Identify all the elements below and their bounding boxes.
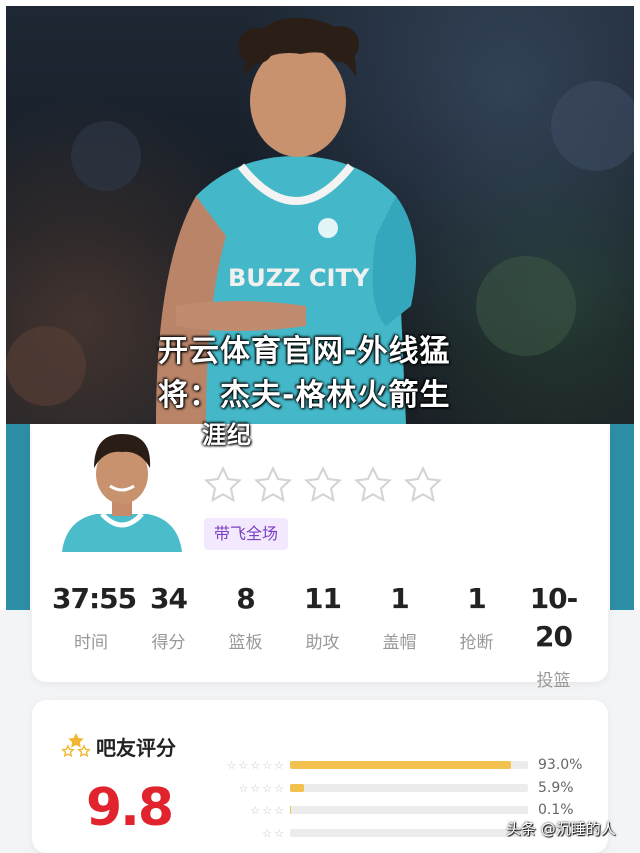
distribution-bar [290, 761, 528, 769]
stat-steals: 1 抢断 [438, 580, 515, 691]
small-star-icon: ☆ [238, 781, 249, 795]
row-star-icons: ☆ ☆ [206, 827, 284, 840]
star-outline-icon[interactable] [402, 464, 444, 506]
stat-label: 抢断 [459, 633, 494, 653]
stat-rebounds: 8 篮板 [207, 580, 284, 691]
player-rating-stars[interactable] [202, 464, 444, 506]
distribution-bar-fill [290, 761, 512, 769]
small-star-icon: ☆ [250, 758, 261, 772]
performance-badge: 带飞全场 [204, 518, 289, 550]
small-star-icon: ☆ [274, 758, 284, 772]
accent-band-left [6, 424, 30, 610]
small-star-icon: ☆ [262, 803, 273, 817]
distribution-percent: 5.9% [538, 780, 574, 796]
stat-value: 10-20 [529, 582, 579, 653]
small-star-icon: ☆ [226, 758, 237, 772]
stat-label: 助攻 [305, 633, 340, 653]
rating-distribution-row: ☆ ☆ ☆ 0.1% [206, 801, 596, 819]
stat-value: 1 [467, 582, 486, 615]
fan-rating-score: 9.8 [86, 778, 174, 838]
stat-label: 得分 [151, 633, 186, 653]
stats-row: 37:55 时间 34 得分 8 篮板 11 助攻 1 盖帽 1 抢断 10-2… [52, 580, 592, 691]
small-star-icon: ☆ [238, 758, 249, 772]
watermark: 头条 @沉睡的人 [506, 820, 616, 838]
small-star-icon: ☆ [250, 803, 261, 817]
stat-value: 37:55 [52, 582, 137, 615]
stat-value: 34 [150, 582, 188, 615]
stat-blocks: 1 盖帽 [361, 580, 438, 691]
rating-distribution-row: ☆ ☆ ☆ ☆ ☆ 93.0% [206, 756, 596, 774]
distribution-percent: 93.0% [538, 757, 583, 773]
stat-value: 1 [390, 582, 409, 615]
distribution-percent: 0.1% [538, 802, 574, 818]
stat-label: 篮板 [228, 633, 263, 653]
fan-rating-title: 吧友评分 [96, 736, 176, 760]
headline-line-2: 将：杰夫-格林火箭生 [158, 378, 451, 413]
jersey-text: BUZZ CITY [228, 264, 370, 292]
small-star-icon: ☆ [262, 781, 273, 795]
distribution-bar [290, 806, 528, 814]
stat-field-goals: 10-20 投篮 [515, 580, 592, 691]
small-star-icon: ☆ [262, 758, 273, 772]
stat-value: 8 [236, 582, 255, 615]
headline-line-3: 涯纪 [202, 421, 252, 449]
star-outline-icon[interactable] [302, 464, 344, 506]
rating-distribution-row: ☆ ☆ ☆ ☆ 5.9% [206, 779, 596, 797]
stars-cluster-icon [61, 733, 91, 758]
stat-label: 盖帽 [382, 633, 417, 653]
small-star-icon: ☆ [262, 826, 273, 840]
star-outline-icon[interactable] [202, 464, 244, 506]
distribution-bar-fill [290, 784, 305, 792]
row-star-icons: ☆ ☆ ☆ ☆ [206, 781, 285, 795]
stat-assists: 11 助攻 [284, 580, 361, 691]
small-star-icon: ☆ [250, 781, 261, 795]
headline-line-1: 开云体育官网-外线猛 [158, 334, 451, 369]
accent-band-right [610, 424, 634, 610]
star-outline-icon[interactable] [352, 464, 394, 506]
distribution-bar [290, 829, 528, 837]
headline: 开云体育官网-外线猛 将：杰夫-格林火箭生 涯纪 [158, 330, 498, 452]
stat-label: 投篮 [536, 671, 571, 691]
small-star-icon: ☆ [274, 803, 284, 817]
row-star-icons: ☆ ☆ ☆ [206, 804, 284, 817]
stat-minutes: 37:55 时间 [52, 580, 137, 691]
small-star-icon: ☆ [274, 781, 284, 795]
distribution-bar [290, 784, 528, 792]
stat-value: 11 [304, 582, 342, 615]
stat-points: 34 得分 [130, 580, 207, 691]
stat-label: 时间 [74, 633, 108, 653]
small-star-icon: ☆ [274, 826, 284, 840]
star-outline-icon[interactable] [252, 464, 294, 506]
row-star-icons: ☆ ☆ ☆ ☆ ☆ [206, 759, 284, 772]
